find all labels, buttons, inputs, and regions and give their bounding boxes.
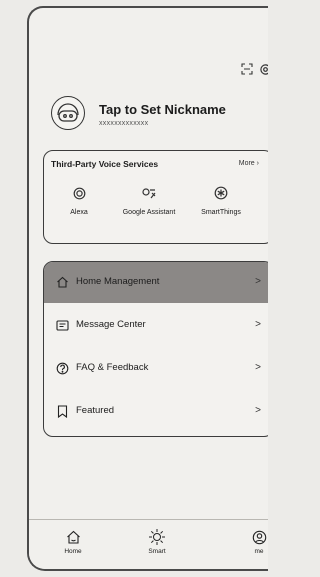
- service-label: SmartThings: [201, 209, 241, 216]
- service-smartthings[interactable]: SmartThings: [189, 185, 253, 225]
- alexa-icon: [73, 185, 86, 201]
- home-icon: [55, 275, 69, 289]
- tab-label: Smart: [148, 548, 166, 555]
- menu-item-featured[interactable]: Featured >: [44, 391, 268, 432]
- service-google-assistant[interactable]: Google Assistant: [117, 185, 181, 225]
- service-label: Google Assistant: [122, 209, 176, 216]
- menu-card: Home Management > Message Center > FAQ &…: [43, 261, 268, 437]
- google-assistant-icon: [141, 185, 157, 201]
- menu-item-label: Message Center: [76, 319, 146, 330]
- menu-item-label: FAQ & Feedback: [76, 362, 149, 373]
- voice-services-card: Third-Party Voice Services More › Alexa …: [43, 150, 268, 244]
- bottom-tab-bar: Home Smart me: [29, 519, 268, 569]
- profile-header[interactable]: Tap to Set Nickname xxxxxxxxxxxxx: [51, 96, 268, 136]
- service-alexa[interactable]: Alexa: [47, 185, 111, 225]
- chevron-right-icon: >: [255, 276, 261, 287]
- me-icon: [252, 528, 267, 546]
- voice-services-more-link[interactable]: More ›: [239, 160, 259, 167]
- more-label: More: [238, 160, 255, 167]
- phone-screen: Tap to Set Nickname xxxxxxxxxxxxx Third-…: [27, 6, 268, 571]
- chevron-right-icon: ›: [256, 160, 259, 167]
- menu-item-label: Home Management: [76, 276, 160, 287]
- menu-item-home-management[interactable]: Home Management >: [44, 262, 268, 303]
- sun-icon: [148, 528, 166, 546]
- chevron-right-icon: >: [255, 405, 261, 416]
- bookmark-icon: [55, 404, 69, 418]
- menu-item-message-center[interactable]: Message Center >: [44, 305, 268, 346]
- avatar-face-icon[interactable]: [51, 96, 85, 130]
- tab-home[interactable]: Home: [53, 528, 93, 555]
- tab-me[interactable]: me: [239, 528, 268, 555]
- home-icon: [66, 528, 81, 546]
- tab-label: me: [254, 548, 264, 555]
- scan-icon[interactable]: [240, 62, 254, 76]
- chevron-right-icon: >: [255, 319, 261, 330]
- tab-label: Home: [64, 548, 82, 555]
- smartthings-icon: [214, 185, 228, 201]
- question-icon: [55, 361, 69, 375]
- tab-smart[interactable]: Smart: [137, 528, 177, 555]
- menu-item-label: Featured: [76, 405, 115, 416]
- nickname-label[interactable]: Tap to Set Nickname: [99, 102, 226, 117]
- account-id: xxxxxxxxxxxxx: [99, 120, 149, 127]
- menu-item-faq-feedback[interactable]: FAQ & Feedback >: [44, 348, 268, 389]
- message-icon: [55, 318, 69, 332]
- chevron-right-icon: >: [255, 362, 261, 373]
- service-label: Alexa: [70, 209, 88, 216]
- settings-icon[interactable]: [258, 62, 268, 76]
- voice-services-title: Third-Party Voice Services: [51, 159, 159, 169]
